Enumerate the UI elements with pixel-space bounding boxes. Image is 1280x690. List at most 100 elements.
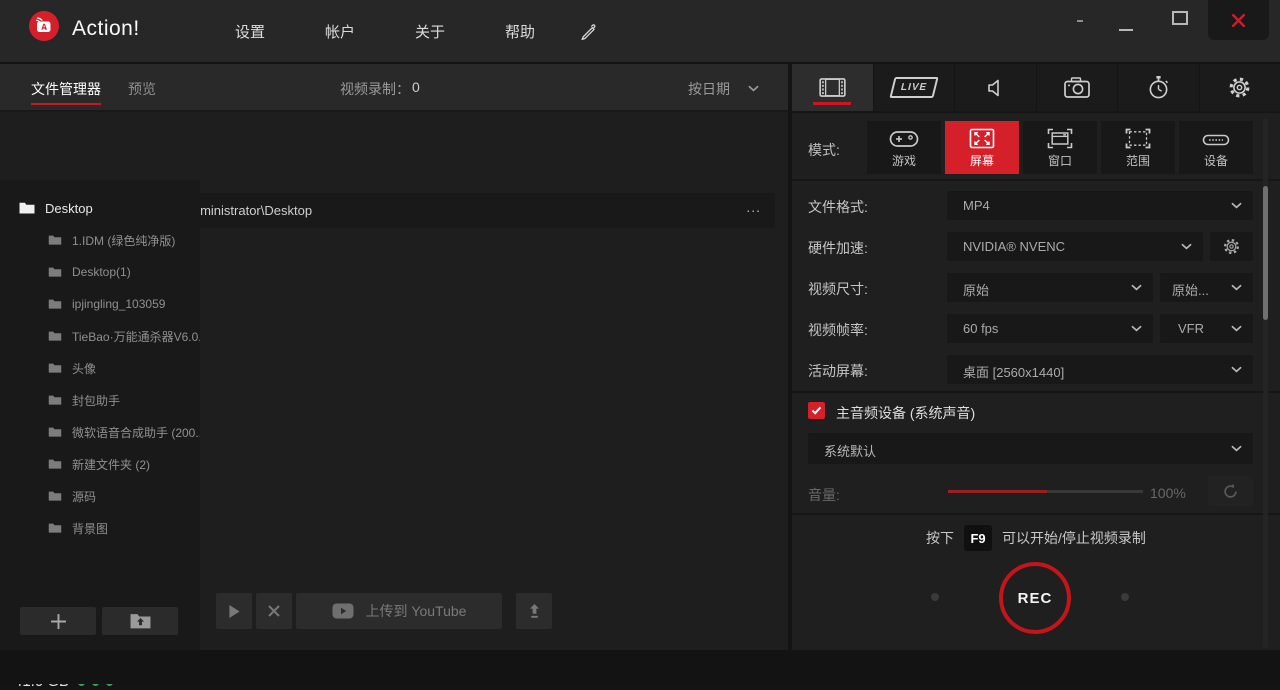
gear-icon	[1222, 237, 1241, 256]
tab-settings[interactable]	[1200, 64, 1280, 111]
hotkey-hint: 按下 F9 可以开始/停止视频录制	[792, 524, 1280, 552]
bottom-status-bar	[0, 650, 1280, 684]
folder-icon	[48, 523, 62, 533]
check-icon	[811, 406, 822, 415]
folder-path-input[interactable]: C:\Users\Administrator\Desktop ...	[105, 193, 775, 228]
hw-accel-dropdown[interactable]: NVIDIA® NVENC	[947, 232, 1203, 261]
folder-icon	[48, 395, 62, 405]
menu-account[interactable]: 帐户	[295, 21, 385, 42]
settings-tab-icon	[1227, 75, 1252, 100]
video-size-dropdown[interactable]: 原始	[947, 273, 1153, 302]
chevron-down-icon	[1231, 366, 1242, 373]
menu-help[interactable]: 帮助	[475, 21, 565, 42]
tree-item[interactable]: Desktop(1)	[0, 256, 200, 288]
tree-item[interactable]: 源码	[0, 480, 200, 512]
folder-icon	[48, 299, 62, 309]
folder-icon	[48, 267, 62, 277]
close-button[interactable]	[1208, 0, 1269, 40]
volume-slider[interactable]	[948, 490, 1143, 493]
close-icon	[1231, 13, 1246, 28]
tab-audio-recording[interactable]	[955, 64, 1037, 111]
video-tab-icon	[819, 78, 846, 97]
tree-item[interactable]: ipjingling_103059	[0, 288, 200, 320]
delete-icon	[267, 604, 281, 618]
chevron-down-icon	[1131, 284, 1142, 291]
upload-icon	[526, 603, 543, 620]
menu-about[interactable]: 关于	[385, 21, 475, 42]
mode-game-icon	[889, 129, 919, 149]
tree-item[interactable]: 微软语音合成助手 (200...	[0, 416, 200, 448]
recording-tabs: LIVE	[792, 64, 1280, 113]
pen-icon[interactable]	[574, 18, 602, 44]
file-panel-header: 文件管理器 预览 视频录制： 0 按日期	[0, 64, 788, 112]
add-icon	[50, 613, 67, 630]
tree-item[interactable]: 新建文件夹 (2)	[0, 448, 200, 480]
volume-percent: 100%	[1150, 485, 1186, 501]
tree-item[interactable]: 1.IDM (绿色纯净版)	[0, 224, 200, 256]
sort-by-dropdown[interactable]: 按日期	[688, 79, 730, 99]
tree-item[interactable]: 背景图	[0, 512, 200, 544]
chevron-down-icon	[1231, 202, 1242, 209]
folder-tree-list: Desktop 1.IDM (绿色纯净版) Desktop(1) ipjingl…	[0, 192, 200, 552]
tray-minimize-icon[interactable]	[1077, 20, 1083, 22]
tab-timer[interactable]	[1118, 64, 1200, 111]
active-screen-label: 活动屏幕:	[808, 361, 868, 381]
tab-video-recording[interactable]	[792, 64, 874, 111]
folder-icon	[48, 459, 62, 469]
tab-preview[interactable]: 预览	[128, 79, 156, 99]
maximize-icon[interactable]	[1172, 11, 1188, 25]
hw-accel-settings-button[interactable]	[1210, 232, 1253, 261]
video-size-secondary-dropdown[interactable]: 原始...	[1160, 273, 1253, 302]
mode-region-button[interactable]: 范围	[1101, 121, 1175, 174]
main-menu: 设置 帐户 关于 帮助	[205, 0, 565, 62]
folder-tree: Desktop 1.IDM (绿色纯净版) Desktop(1) ipjingl…	[0, 180, 200, 650]
tab-live-streaming[interactable]: LIVE	[874, 64, 956, 111]
reset-icon	[1222, 483, 1239, 500]
browse-button[interactable]: ...	[746, 199, 761, 215]
audio-tab-icon	[983, 76, 1007, 100]
tree-item[interactable]: 头像	[0, 352, 200, 384]
recordings-label: 视频录制：	[340, 79, 410, 99]
play-button[interactable]	[216, 593, 252, 629]
tab-screenshot[interactable]	[1037, 64, 1119, 111]
tab-file-manager[interactable]: 文件管理器	[31, 79, 101, 99]
mode-screen-button[interactable]: 屏幕	[945, 121, 1019, 174]
mode-device-button[interactable]: 设备	[1179, 121, 1253, 174]
tree-item[interactable]: TieBao·万能通杀器V6.0...	[0, 320, 200, 352]
folder-icon	[48, 363, 62, 373]
file-format-dropdown[interactable]: MP4	[947, 191, 1253, 220]
rec-button[interactable]: REC	[999, 562, 1071, 634]
timer-tab-icon	[1147, 75, 1170, 100]
active-tab-underline	[31, 103, 101, 105]
recordings-count: 0	[412, 79, 420, 95]
active-tab-underline	[813, 102, 851, 105]
active-screen-dropdown[interactable]: 桌面 [2560x1440]	[947, 355, 1253, 384]
app-logo	[29, 11, 59, 41]
chevron-down-icon[interactable]	[748, 85, 759, 92]
chevron-down-icon	[1231, 325, 1242, 332]
mode-game-button[interactable]: 游戏	[867, 121, 941, 174]
upload-youtube-button[interactable]: 上传到 YouTube	[296, 593, 502, 629]
volume-reset-button[interactable]	[1208, 476, 1253, 506]
minimize-icon[interactable]	[1119, 29, 1133, 31]
tree-item[interactable]: 封包助手	[0, 384, 200, 416]
mode-device-icon	[1202, 131, 1230, 149]
scrollbar-thumb[interactable]	[1263, 186, 1268, 320]
primary-audio-checkbox[interactable]	[808, 402, 825, 419]
add-folder-button[interactable]	[20, 607, 96, 635]
mode-label: 模式:	[808, 140, 840, 160]
tree-item-root[interactable]: Desktop	[0, 192, 200, 224]
upload-button[interactable]	[516, 593, 552, 629]
decorative-dot	[1121, 593, 1129, 601]
audio-device-dropdown[interactable]: 系统默认	[808, 433, 1253, 464]
mode-window-button[interactable]: 窗口	[1023, 121, 1097, 174]
framerate-mode-dropdown[interactable]: VFR	[1160, 314, 1253, 343]
live-icon: LIVE	[889, 77, 938, 98]
action-logo-icon	[29, 11, 59, 41]
menu-settings[interactable]: 设置	[205, 21, 295, 42]
open-folder-button[interactable]	[102, 607, 178, 635]
delete-button[interactable]	[256, 593, 292, 629]
framerate-dropdown[interactable]: 60 fps	[947, 314, 1153, 343]
mode-window-icon	[1047, 128, 1073, 149]
video-size-label: 视频尺寸:	[808, 279, 868, 299]
